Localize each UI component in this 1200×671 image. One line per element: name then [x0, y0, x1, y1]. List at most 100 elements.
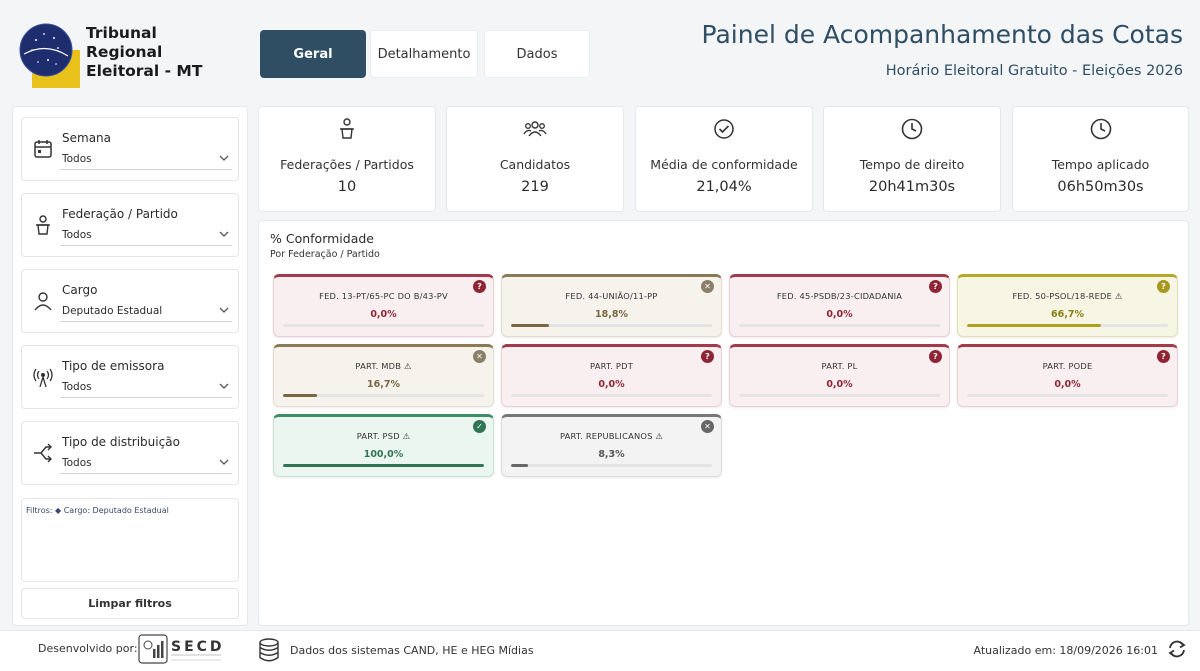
conformity-progress-bar — [511, 394, 712, 397]
party-card[interactable]: ✓ PART. PSD ⚠ 100,0% — [273, 414, 494, 477]
filter-label: Semana — [62, 131, 112, 145]
kpi-label: Tempo aplicado — [1051, 157, 1150, 172]
party-card[interactable]: ? FED. 13-PT/65-PC DO B/43-PV 0,0% — [273, 274, 494, 337]
party-card[interactable]: ? FED. 45-PSDB/23-CIDADANIA 0,0% — [729, 274, 950, 337]
party-conformity-value: 100,0% — [363, 449, 404, 460]
page-title: Painel de Acompanhamento das Cotas — [701, 20, 1183, 49]
party-name: PART. REPUBLICANOS ⚠ — [559, 431, 664, 441]
party-conformity-value: 16,7% — [367, 379, 400, 390]
conformity-progress-bar — [283, 394, 484, 397]
conformity-progress-bar — [283, 324, 484, 327]
kpi-federacoes-partidos: Federações / Partidos 10 — [258, 106, 436, 212]
kpi-tempo-aplicado: Tempo aplicado 06h50m30s — [1012, 106, 1189, 212]
database-icon — [259, 638, 279, 662]
conformity-progress-bar — [967, 324, 1168, 327]
logo-text: Tribunal Regional Eleitoral - MT — [86, 24, 203, 80]
conformity-progress-fill — [967, 324, 1102, 327]
antenna-icon — [33, 368, 53, 388]
party-conformity-value: 8,3% — [598, 449, 625, 460]
page-subtitle: Horário Eleitoral Gratuito - Eleições 20… — [885, 63, 1183, 79]
tipo-emissora-select[interactable]: Todos — [60, 378, 232, 398]
clear-filters-button[interactable]: Limpar filtros — [21, 588, 239, 619]
conformity-progress-fill — [283, 464, 484, 467]
secd-logo-text: SECD — [171, 639, 223, 655]
tipo-emissora-selected-value: Todos — [62, 381, 92, 393]
kpi-value: 20h41m30s — [868, 179, 956, 195]
filter-label: Federação / Partido — [62, 207, 178, 221]
party-conformity-value: 0,0% — [826, 309, 853, 320]
kpi-label: Federações / Partidos — [280, 157, 414, 172]
party-card[interactable]: ? PART. PDT 0,0% — [501, 344, 722, 407]
kpi-label: Tempo de direito — [859, 157, 965, 172]
kpi-value: 219 — [521, 179, 549, 195]
party-name: FED. 44-UNIÃO/11-PP — [565, 291, 658, 301]
panel-subtitle: Por Federação / Partido — [270, 249, 380, 260]
party-card[interactable]: ? PART. PL 0,0% — [729, 344, 950, 407]
party-conformity-value: 18,8% — [595, 309, 628, 320]
chevron-down-icon — [219, 383, 229, 389]
party-conformity-value: 0,0% — [1054, 379, 1081, 390]
refresh-icon[interactable] — [1166, 638, 1188, 660]
person-icon — [34, 292, 52, 311]
cargo-select[interactable]: Deputado Estadual — [60, 302, 232, 322]
conformity-progress-bar — [511, 324, 712, 327]
kpi-value: 06h50m30s — [1057, 179, 1144, 195]
people-icon — [523, 121, 547, 137]
kpi-value: 10 — [337, 179, 357, 195]
filter-cargo: Cargo Deputado Estadual — [21, 269, 239, 333]
party-card[interactable]: ? FED. 50-PSOL/18-REDE ⚠ 66,7% — [957, 274, 1178, 337]
party-card[interactable]: ✕ FED. 44-UNIÃO/11-PP 18,8% — [501, 274, 722, 337]
chevron-down-icon — [219, 231, 229, 237]
filter-tipo-distribuicao: Tipo de distribuição Todos — [21, 421, 239, 485]
party-conformity-value: 0,0% — [370, 309, 397, 320]
conformidade-panel: % Conformidade Por Federação / Partido ?… — [258, 220, 1189, 626]
tab-detalhamento[interactable]: Detalhamento — [370, 30, 478, 78]
panel-title: % Conformidade — [270, 231, 374, 246]
conformity-progress-bar — [739, 394, 940, 397]
party-conformity-value: 66,7% — [1051, 309, 1084, 320]
party-name: PART. PL — [821, 361, 858, 371]
party-card[interactable]: ✕ PART. REPUBLICANOS ⚠ 8,3% — [501, 414, 722, 477]
tre-emblem-icon — [19, 23, 80, 88]
party-name: FED. 50-PSOL/18-REDE ⚠ — [1012, 291, 1123, 301]
party-name: PART. PSD ⚠ — [356, 431, 411, 441]
chevron-down-icon — [219, 155, 229, 161]
check-circle-icon — [714, 119, 734, 139]
developed-by-label: Desenvolvido por: — [38, 642, 138, 655]
federacao-partido-selected-value: Todos — [62, 229, 92, 241]
federacao-partido-select[interactable]: Todos — [60, 226, 232, 246]
tipo-distribuicao-select[interactable]: Todos — [60, 454, 232, 474]
filter-label: Tipo de emissora — [62, 359, 165, 373]
conformity-progress-fill — [283, 394, 317, 397]
kpi-label: Candidatos — [499, 157, 571, 172]
conformity-progress-bar — [967, 394, 1168, 397]
kpi-label: Média de conformidade — [650, 157, 798, 172]
tab-geral[interactable]: Geral — [260, 30, 366, 78]
filter-label: Cargo — [62, 283, 98, 297]
clock-icon — [1090, 118, 1111, 140]
conformity-progress-bar — [511, 464, 712, 467]
podium-icon — [340, 118, 354, 139]
party-name: FED. 13-PT/65-PC DO B/43-PV — [319, 291, 448, 301]
chevron-down-icon — [219, 459, 229, 465]
kpi-media-conformidade: Média de conformidade 21,04% — [635, 106, 813, 212]
data-sources-text: Dados dos sistemas CAND, HE e HEG Mídias — [290, 644, 534, 657]
tab-dados[interactable]: Dados — [484, 30, 590, 78]
cargo-selected-value: Deputado Estadual — [62, 305, 163, 317]
party-conformity-value: 0,0% — [598, 379, 625, 390]
tipo-distribuicao-selected-value: Todos — [62, 457, 92, 469]
kpi-tempo-direito: Tempo de direito 20h41m30s — [823, 106, 1001, 212]
filters-sidebar: Semana Todos Federação / Partido Todos C… — [12, 106, 248, 626]
party-name: PART. MDB ⚠ — [355, 361, 412, 371]
party-conformity-value: 0,0% — [826, 379, 853, 390]
party-card[interactable]: ? PART. PODE 0,0% — [957, 344, 1178, 407]
party-name: PART. PODE — [1042, 361, 1093, 371]
filter-label: Tipo de distribuição — [62, 435, 180, 449]
party-card[interactable]: ✕ PART. MDB ⚠ 16,7% — [273, 344, 494, 407]
party-name: PART. PDT — [590, 361, 633, 371]
conformity-progress-bar — [739, 324, 940, 327]
conformity-progress-fill — [511, 464, 528, 467]
footer: Desenvolvido por: SECD Dados dos sistema… — [0, 630, 1200, 671]
tre-logo: Tribunal Regional Eleitoral - MT — [18, 20, 238, 90]
semana-select[interactable]: Todos — [60, 150, 232, 170]
